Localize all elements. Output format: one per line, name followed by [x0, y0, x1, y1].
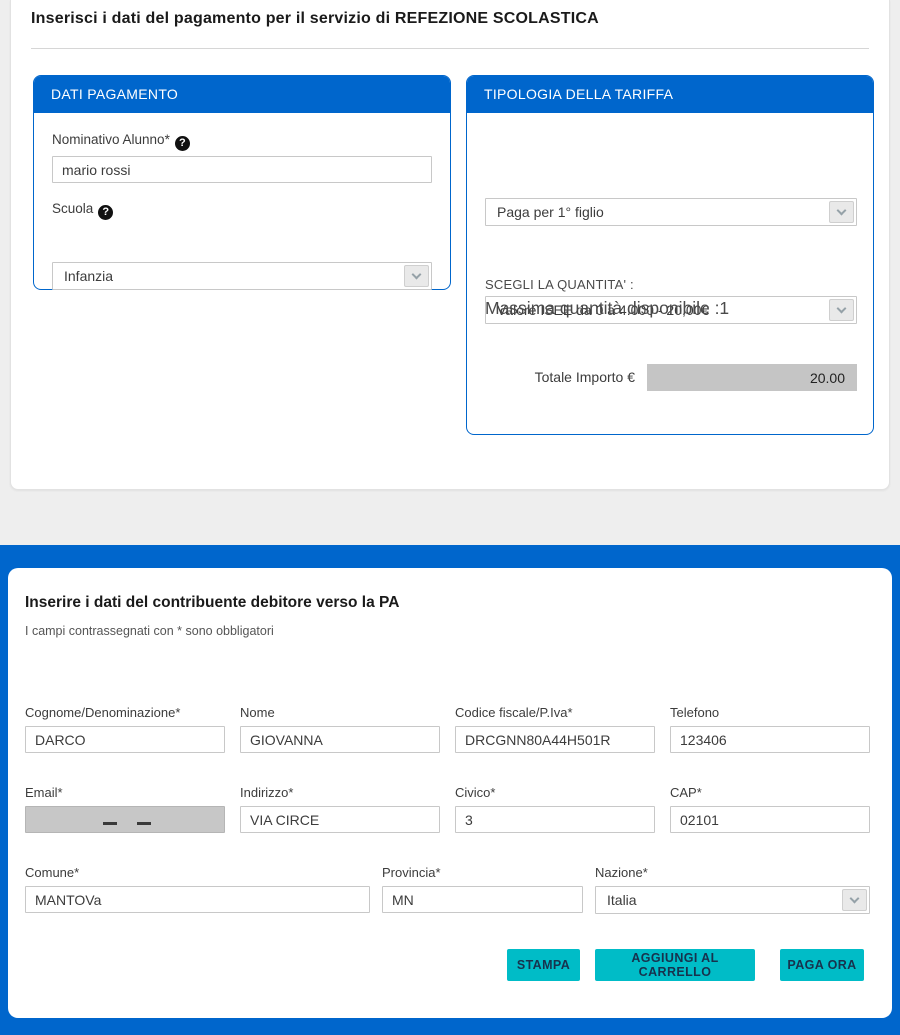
- nazione-label: Nazione*: [595, 865, 870, 880]
- scuola-select-value: Infanzia: [64, 268, 113, 284]
- telefono-input[interactable]: [670, 726, 870, 753]
- totale-importo-label: Totale Importo €: [485, 364, 635, 391]
- figlio-select-value: Paga per 1° figlio: [497, 204, 604, 220]
- cognome-label: Cognome/Denominazione*: [25, 705, 225, 720]
- email-input: [25, 806, 225, 833]
- chevron-down-icon: [404, 265, 429, 287]
- chevron-down-icon: [842, 889, 867, 911]
- email-redaction-mark: [103, 822, 117, 825]
- cap-field-group: CAP*: [670, 785, 870, 833]
- dati-pagamento-header: DATI PAGAMENTO: [34, 76, 450, 113]
- required-fields-note: I campi contrassegnati con * sono obblig…: [25, 624, 274, 638]
- codice-fiscale-label: Codice fiscale/P.Iva*: [455, 705, 655, 720]
- massima-quantita-text: Massima quantità disponibile :1: [485, 298, 729, 319]
- codice-fiscale-input[interactable]: [455, 726, 655, 753]
- page-title: Inserisci i dati del pagamento per il se…: [31, 10, 869, 28]
- comune-input[interactable]: [25, 886, 370, 913]
- nominativo-alunno-input[interactable]: [52, 156, 432, 183]
- chevron-down-icon: [829, 201, 854, 223]
- totale-importo-input: [647, 364, 857, 391]
- figlio-select[interactable]: Paga per 1° figlio: [485, 198, 857, 226]
- paga-ora-button[interactable]: PAGA ORA: [780, 949, 864, 981]
- indirizzo-label: Indirizzo*: [240, 785, 440, 800]
- payment-data-card: Inserisci i dati del pagamento per il se…: [10, 0, 890, 490]
- civico-label: Civico*: [455, 785, 655, 800]
- scegli-quantita-label: SCEGLI LA QUANTITA' :: [485, 277, 634, 292]
- email-redaction-mark: [137, 822, 151, 825]
- comune-field-group: Comune*: [25, 865, 370, 913]
- title-divider: [31, 48, 869, 49]
- nome-field-group: Nome: [240, 705, 440, 753]
- contribuente-title: Inserire i dati del contribuente debitor…: [25, 594, 399, 612]
- comune-label: Comune*: [25, 865, 370, 880]
- cap-label: CAP*: [670, 785, 870, 800]
- nominativo-alunno-label: Nominativo Alunno*: [52, 132, 170, 147]
- cap-input[interactable]: [670, 806, 870, 833]
- tipologia-tariffa-panel: TIPOLOGIA DELLA TARIFFA Paga per 1° figl…: [466, 75, 874, 435]
- email-label: Email*: [25, 785, 225, 800]
- tipologia-tariffa-header: TIPOLOGIA DELLA TARIFFA: [467, 76, 873, 113]
- scuola-select[interactable]: Infanzia: [52, 262, 432, 290]
- aggiungi-al-carrello-button[interactable]: AGGIUNGI AL CARRELLO: [595, 949, 755, 981]
- provincia-label: Provincia*: [382, 865, 583, 880]
- chevron-down-icon: [829, 299, 854, 321]
- nome-input[interactable]: [240, 726, 440, 753]
- cognome-field-group: Cognome/Denominazione*: [25, 705, 225, 753]
- indirizzo-field-group: Indirizzo*: [240, 785, 440, 833]
- help-icon[interactable]: ?: [175, 136, 190, 151]
- telefono-field-group: Telefono: [670, 705, 870, 753]
- provincia-field-group: Provincia*: [382, 865, 583, 913]
- dati-pagamento-panel: DATI PAGAMENTO Nominativo Alunno*? Scuol…: [33, 75, 451, 290]
- nazione-field-group: Nazione* Italia: [595, 865, 870, 914]
- telefono-label: Telefono: [670, 705, 870, 720]
- codice-fiscale-field-group: Codice fiscale/P.Iva*: [455, 705, 655, 753]
- help-icon[interactable]: ?: [98, 205, 113, 220]
- scuola-label: Scuola: [52, 201, 93, 216]
- nome-label: Nome: [240, 705, 440, 720]
- indirizzo-input[interactable]: [240, 806, 440, 833]
- nazione-select[interactable]: Italia: [595, 886, 870, 914]
- contribuente-card: Inserire i dati del contribuente debitor…: [8, 568, 892, 1018]
- cognome-input[interactable]: [25, 726, 225, 753]
- provincia-input[interactable]: [382, 886, 583, 913]
- civico-input[interactable]: [455, 806, 655, 833]
- contribuente-section: Inserire i dati del contribuente debitor…: [0, 545, 900, 1035]
- email-field-group: Email*: [25, 785, 225, 833]
- stampa-button[interactable]: STAMPA: [507, 949, 580, 981]
- nazione-select-value: Italia: [607, 892, 637, 908]
- civico-field-group: Civico*: [455, 785, 655, 833]
